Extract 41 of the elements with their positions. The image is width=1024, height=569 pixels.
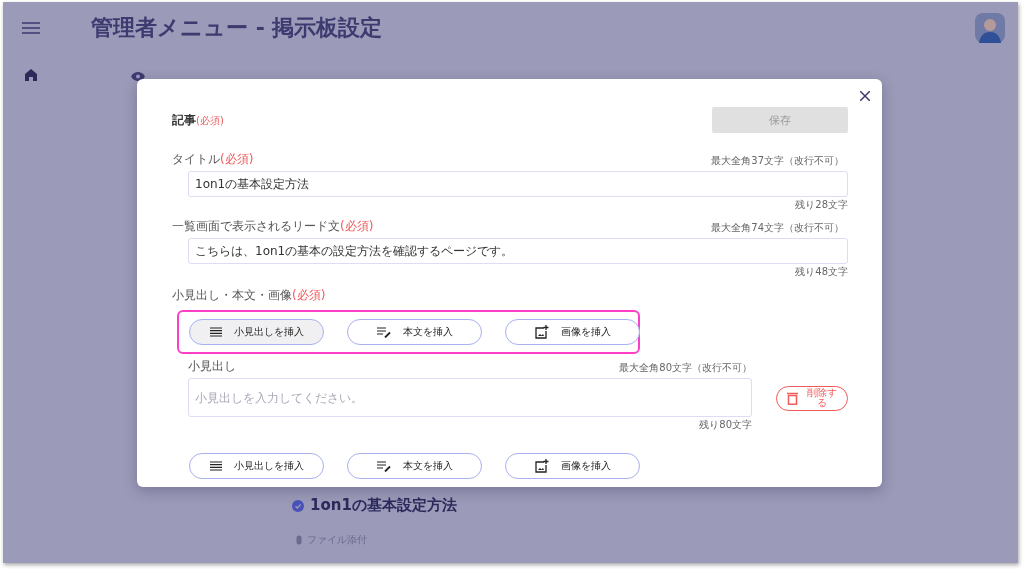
- required-mark: (必須): [220, 152, 254, 166]
- eye-icon: [131, 72, 145, 81]
- image-add-icon: [534, 325, 549, 339]
- article-title: 1on1の基本設定方法: [310, 496, 457, 515]
- remaining-count: 残り48文字: [795, 266, 848, 277]
- paperclip-icon: [296, 535, 302, 545]
- required-mark: (必須): [340, 219, 374, 233]
- character-limit: 最大全角80文字（改行不可）: [619, 361, 752, 375]
- section-label: 小見出し・本文・画像: [172, 288, 292, 302]
- insert-button[interactable]: 小見出しを挿入: [189, 319, 324, 345]
- notes-pencil-icon: [376, 326, 391, 338]
- remaining-count: 残り80文字: [699, 419, 752, 430]
- check-icon: [292, 499, 304, 512]
- home-icon[interactable]: [25, 69, 37, 81]
- menu-icon[interactable]: [22, 22, 40, 34]
- insert-button[interactable]: 本文を挿入: [347, 453, 482, 479]
- trash-icon: [786, 391, 798, 405]
- image-add-icon: [534, 459, 549, 473]
- input-field[interactable]: こちらは、1on1の基本の設定方法を確認するページです。: [188, 238, 848, 264]
- notes-pencil-icon: [376, 460, 391, 472]
- input-field[interactable]: 小見出しを入力してください。: [188, 378, 752, 417]
- remaining-count: 残り28文字: [795, 199, 848, 210]
- close-icon[interactable]: [860, 91, 870, 101]
- delete-button[interactable]: 削除する: [776, 385, 848, 411]
- dialog-heading: 記事: [172, 112, 196, 127]
- insert-button[interactable]: 小見出しを挿入: [189, 453, 324, 479]
- required-mark: (必須): [196, 114, 224, 126]
- page-title: 管理者メニュー - 掲示板設定: [91, 14, 384, 42]
- character-limit: 最大全角37文字（改行不可）: [711, 154, 844, 168]
- lines-icon: [209, 461, 222, 471]
- character-limit: 最大全角74文字（改行不可）: [711, 221, 844, 235]
- field-label: タイトル: [172, 152, 220, 166]
- avatar[interactable]: [975, 13, 1005, 43]
- lines-icon: [209, 327, 222, 337]
- field-label: 小見出し: [188, 358, 236, 375]
- insert-button[interactable]: 画像を挿入: [505, 453, 640, 479]
- field-label: 一覧画面で表示されるリード文: [172, 219, 340, 233]
- input-field[interactable]: 1on1の基本設定方法: [188, 171, 848, 197]
- required-mark: (必須): [292, 288, 326, 302]
- insert-button[interactable]: 本文を挿入: [347, 319, 482, 345]
- insert-button[interactable]: 画像を挿入: [505, 319, 640, 345]
